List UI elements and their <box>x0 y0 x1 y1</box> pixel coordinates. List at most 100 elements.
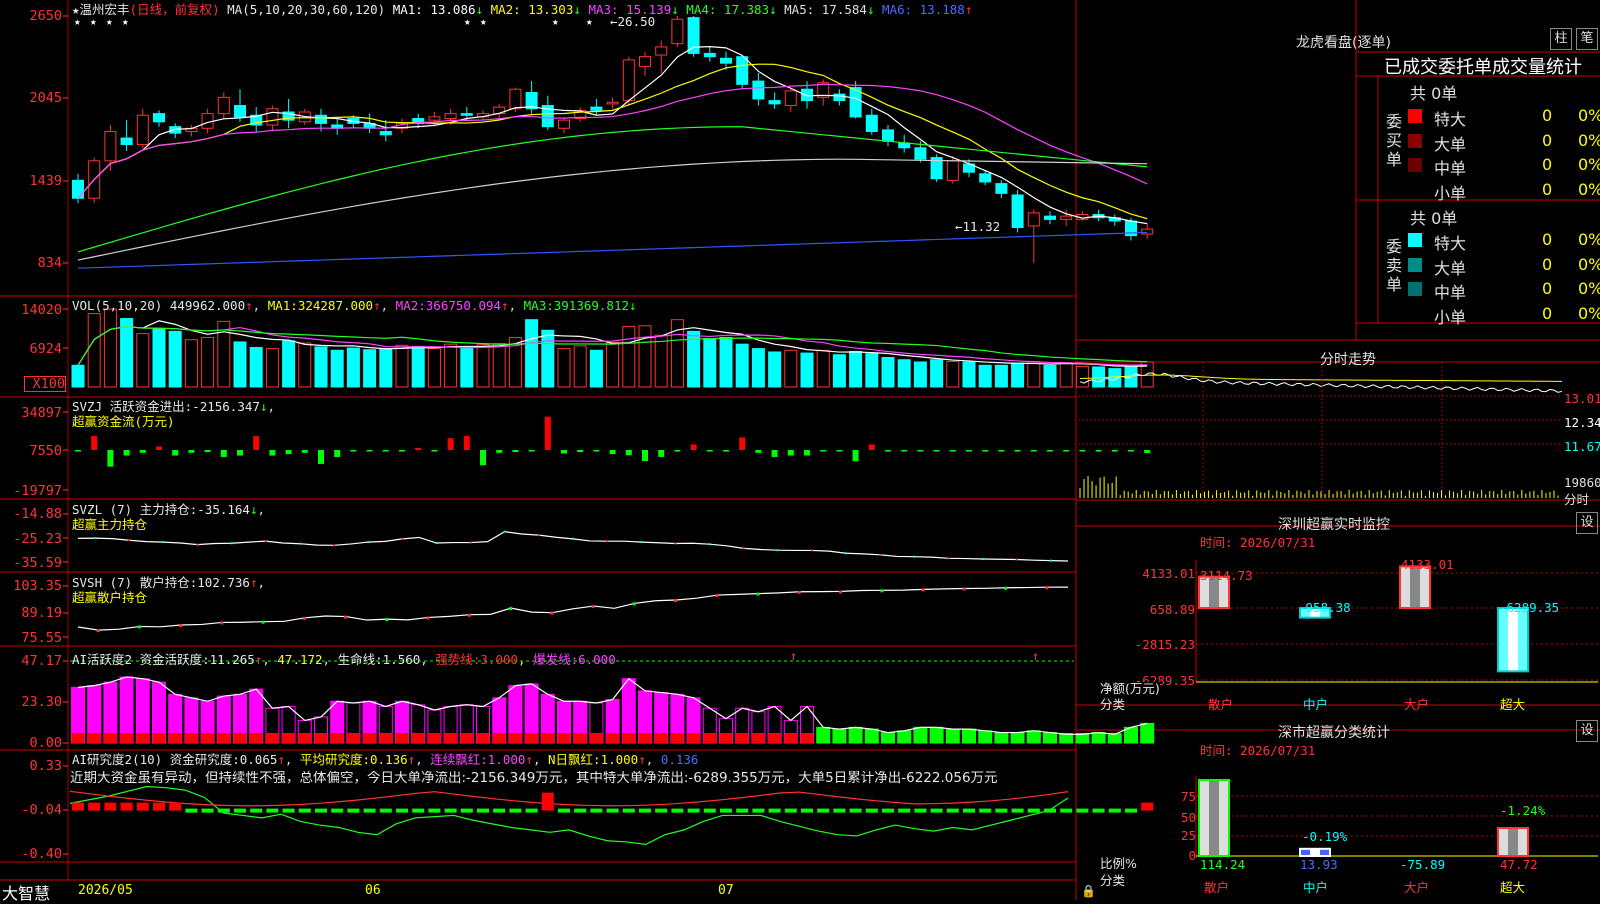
fund-flow-bar <box>301 450 308 453</box>
star-icon[interactable]: ★ <box>72 2 80 17</box>
volume-bar <box>913 361 927 388</box>
monitor-bar-highlight <box>1508 608 1518 672</box>
ai1-axis-label: 0.00 <box>29 735 62 751</box>
svsh-dot <box>962 587 966 591</box>
vol-ma2: 366750.094 <box>425 298 502 313</box>
fund-flow-bar <box>982 450 989 452</box>
stock-name[interactable]: 温州宏丰 <box>80 2 130 17</box>
volume-bar <box>233 341 247 388</box>
candle-body <box>752 80 765 100</box>
research-bar <box>120 802 133 811</box>
ai2-n-arrow: ↑ <box>638 752 646 767</box>
activity-base-bar <box>573 733 587 743</box>
candle-body <box>460 113 473 116</box>
vol-arrow: ↑ <box>245 298 253 313</box>
activity-base-bar <box>719 733 733 743</box>
bar-mode-button[interactable]: 柱 <box>1550 28 1572 50</box>
monitor-settings-button[interactable]: 设 <box>1576 512 1598 534</box>
volume-bar <box>120 318 134 388</box>
research-bar <box>801 808 813 813</box>
volume-bar <box>800 352 814 388</box>
svsh-axis-label: 75.55 <box>21 630 62 646</box>
research-bar <box>477 808 489 813</box>
candle-body <box>736 56 749 85</box>
stat-cat-label: 分类 <box>1100 873 1126 888</box>
fund-flow-bar <box>139 450 146 453</box>
fund-flow-bar <box>933 450 940 452</box>
activity-base-bar <box>962 733 976 743</box>
activity-base-bar <box>687 733 701 743</box>
research-bar <box>914 808 927 813</box>
fund-flow-bar <box>917 450 924 452</box>
fund-flow-bar <box>156 446 162 450</box>
volume-bar <box>71 364 85 388</box>
svsh-dot <box>839 590 843 594</box>
svzl-dot <box>162 541 165 544</box>
activity-base-bar <box>103 733 117 743</box>
signal-arrow: ↑ <box>790 649 797 663</box>
vol-unit-label[interactable]: X100 <box>24 376 66 392</box>
order-count: 0 <box>1542 303 1553 323</box>
research-bar <box>898 808 911 813</box>
ai2-n-label: N日飘红: <box>548 752 601 767</box>
svzj-value: -2156.347 <box>192 399 260 414</box>
volume-bar <box>152 328 166 388</box>
ai1-label: AI活跃度2 <box>72 652 133 667</box>
research-bar <box>525 808 538 813</box>
order-row: 中单 0 0% <box>1408 277 1600 302</box>
candle-body <box>1044 215 1056 220</box>
research-bar <box>428 808 441 813</box>
volume-bar <box>298 342 312 388</box>
order-pct: 0% <box>1578 155 1600 174</box>
volume-bar <box>460 347 474 388</box>
research-bar <box>201 808 214 813</box>
svzl-name: 主力持仓: <box>139 502 198 517</box>
period-mode[interactable]: (日线，前复权) <box>130 2 220 17</box>
research-bar <box>234 808 246 813</box>
volume-bar <box>427 348 441 388</box>
research-bar <box>379 808 392 813</box>
tick-mode-button[interactable]: 笔 <box>1576 28 1598 50</box>
ai2-lx-label: 连续飘红: <box>430 752 488 767</box>
fund-flow-bar <box>852 450 859 462</box>
lock-icon[interactable]: 🔒 <box>1081 884 1096 898</box>
volume-bar <box>168 330 182 388</box>
activity-base-bar <box>1140 733 1154 743</box>
svsh-dot <box>880 589 884 593</box>
research-bar <box>817 808 830 813</box>
activity-base-bar <box>768 733 782 743</box>
stat-settings-button[interactable]: 设 <box>1576 720 1598 742</box>
fund-flow-bar <box>625 450 632 456</box>
monitor-cat-label: 分类 <box>1100 697 1126 712</box>
intraday-axis-label: 13.01 <box>1564 391 1600 406</box>
color-swatch <box>1408 282 1422 296</box>
price-axis-label: 2045 <box>29 90 62 106</box>
volume-bar <box>751 348 765 388</box>
fund-flow-bar <box>123 450 130 456</box>
svsh-dot <box>1004 586 1008 590</box>
research-bar <box>606 808 619 813</box>
research-bar <box>833 808 846 813</box>
stat-pct-label: -1.24% <box>1500 803 1546 818</box>
date-label: 2026/05 <box>78 883 133 898</box>
ai1-burst: 6.000 <box>578 652 616 667</box>
vol-axis-label: 6924 <box>29 341 62 357</box>
signal-arrow: ↑ <box>1032 649 1039 663</box>
volume-bar <box>103 308 117 388</box>
volume-bar <box>411 345 425 388</box>
order-row: 特大 0 0% <box>1408 228 1600 253</box>
fund-flow-bar <box>868 444 875 450</box>
svsh-name: 散户持仓: <box>139 575 198 590</box>
avg-research-line <box>69 790 1069 807</box>
research-bar <box>136 802 149 811</box>
fund-flow-bar <box>1063 450 1070 452</box>
activity-base-bar <box>816 733 830 743</box>
ai2-n: 1.000 <box>600 752 639 767</box>
ai1-name: 资金活跃度: <box>139 652 210 667</box>
ai2-axis-label: -0.04 <box>21 802 62 818</box>
order-row: 特大 0 0% <box>1408 104 1600 129</box>
candle-body <box>153 113 165 123</box>
activity-base-bar <box>282 733 296 743</box>
order-stats-header: 已成交委托单成交量统计 <box>1384 57 1582 78</box>
svsh-dot <box>509 607 513 611</box>
